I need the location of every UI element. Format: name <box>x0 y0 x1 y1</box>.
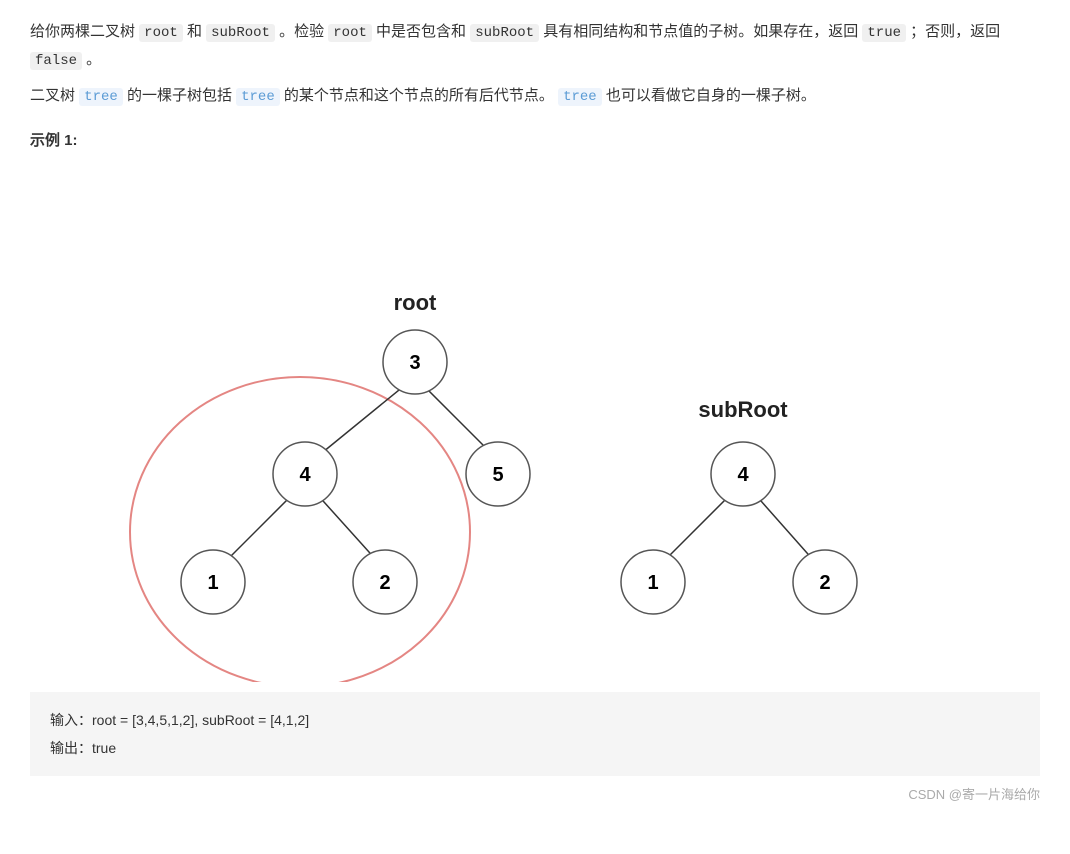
node-4-label: 4 <box>299 464 311 486</box>
desc2-mid3: 也可以看做它自身的一棵子树。 <box>602 87 816 104</box>
diagram-area: 3 4 5 1 2 4 1 2 root subRoot <box>30 162 1040 682</box>
desc1-mid4: 具有相同结构和节点值的子树。如果存在，返回 <box>539 23 862 40</box>
root-tree-label: root <box>394 290 437 315</box>
tree-code3: tree <box>558 88 602 106</box>
false-code: false <box>30 52 82 70</box>
output-label: 输出： <box>50 740 92 756</box>
desc2-mid2: 的某个节点和这个节点的所有后代节点。 <box>280 87 558 104</box>
desc1-mid5: ；否则，返回 <box>906 23 1000 40</box>
subroot-code2: subRoot <box>470 24 539 42</box>
edge-4-2 <box>315 492 378 562</box>
tree-code2: tree <box>236 88 280 106</box>
subroot-tree-label: subRoot <box>698 397 788 422</box>
footer: CSDN @寄一片海给你 <box>30 784 1040 803</box>
output-value: true <box>92 740 116 756</box>
edge-s4-s1 <box>663 492 733 562</box>
sub-node-1-label: 1 <box>647 572 658 594</box>
desc1-mid3: 中是否包含和 <box>372 23 470 40</box>
tree-diagram: 3 4 5 1 2 4 1 2 root subRoot <box>30 162 1040 682</box>
desc1-mid1: 和 <box>183 23 206 40</box>
desc2-prefix: 二叉树 <box>30 87 79 104</box>
edge-s4-s2 <box>753 492 815 562</box>
node-1-label: 1 <box>207 572 218 594</box>
input-line: 输入：root = [3,4,5,1,2], subRoot = [4,1,2] <box>50 706 1020 734</box>
desc1-prefix: 给你两棵二叉树 <box>30 23 139 40</box>
example-label: 示例 1: <box>30 129 1040 150</box>
desc1-suffix: 。 <box>82 51 101 68</box>
root-code1: root <box>139 24 183 42</box>
edge-4-1 <box>225 492 295 562</box>
true-code: true <box>862 24 906 42</box>
tree-code1: tree <box>79 88 123 106</box>
input-output-box: 输入：root = [3,4,5,1,2], subRoot = [4,1,2]… <box>30 692 1040 776</box>
highlight-circle <box>130 377 470 682</box>
output-line: 输出：true <box>50 734 1020 762</box>
description2: 二叉树 tree 的一棵子树包括 tree 的某个节点和这个节点的所有后代节点。… <box>30 82 1040 110</box>
input-value: root = [3,4,5,1,2], subRoot = [4,1,2] <box>92 712 309 728</box>
desc1-mid2: 。检验 <box>275 23 328 40</box>
node-2-label: 2 <box>379 572 390 594</box>
node-5-label: 5 <box>492 464 503 486</box>
description1: 给你两棵二叉树 root 和 subRoot 。检验 root 中是否包含和 s… <box>30 18 1040 74</box>
sub-node-2-label: 2 <box>819 572 830 594</box>
node-3-label: 3 <box>409 352 420 374</box>
desc2-mid1: 的一棵子树包括 <box>123 87 236 104</box>
root-code2: root <box>328 24 372 42</box>
sub-node-4-label: 4 <box>737 464 749 486</box>
subroot-code1: subRoot <box>206 24 275 42</box>
input-label: 输入： <box>50 712 92 728</box>
